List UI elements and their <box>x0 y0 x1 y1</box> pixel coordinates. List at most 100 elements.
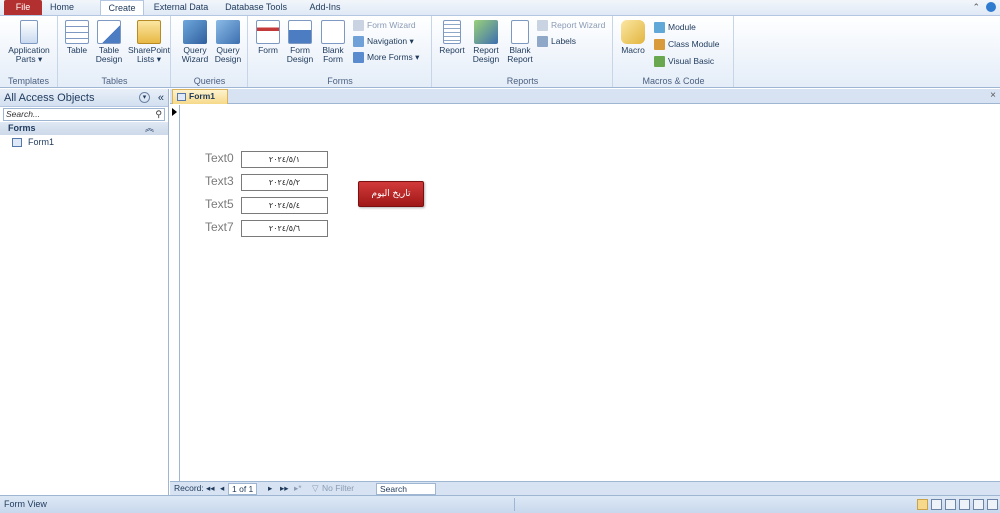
labels-icon <box>537 36 548 48</box>
record-search-input[interactable]: Search <box>376 483 436 495</box>
class-module-label: Class Module <box>668 39 720 49</box>
current-record-icon <box>172 108 177 116</box>
group-label-tables: Tables <box>101 76 128 86</box>
no-filter-label[interactable]: No Filter <box>322 482 354 495</box>
module-button[interactable]: Module <box>654 21 696 34</box>
module-label: Module <box>668 22 696 32</box>
ribbon-tab-bar: File Home Create External Data Database … <box>0 0 1000 15</box>
query-wizard-icon <box>183 20 207 44</box>
query-wizard-label: Query Wizard <box>181 45 209 64</box>
blank-form-icon <box>321 20 345 44</box>
form-button[interactable]: Form <box>255 20 281 55</box>
search-icon[interactable]: ⚲ <box>155 109 162 120</box>
tab-file[interactable]: File <box>4 0 42 15</box>
nav-pane-header[interactable]: All Access Objects ▾ « <box>0 89 168 107</box>
record-selector[interactable] <box>170 105 180 481</box>
query-wizard-button[interactable]: Query Wizard <box>180 20 210 64</box>
sharepoint-lists-button[interactable]: SharePoint Lists ▾ <box>127 20 171 64</box>
text0-field[interactable]: ٢٠٢٤/٥/١ <box>241 151 328 168</box>
layout-view-icon[interactable] <box>945 499 956 510</box>
blank-form-button[interactable]: Blank Form <box>319 20 347 64</box>
report-wizard-label: Report Wizard <box>551 20 606 30</box>
report-wizard-button[interactable]: Report Wizard <box>537 19 605 32</box>
form-view-icon[interactable] <box>917 499 928 510</box>
table-label: Table <box>66 45 88 55</box>
more-forms-button[interactable]: More Forms ▾ <box>353 51 419 64</box>
document-tab-bar: Form1 × <box>170 89 1000 104</box>
application-parts-label: Application Parts ▾ <box>8 45 50 64</box>
nav-item-form1[interactable]: Form1 <box>0 135 168 150</box>
tab-home[interactable]: Home <box>46 0 78 15</box>
group-forms: Form Form Design Blank Form Form Wizard … <box>249 16 432 87</box>
report-icon <box>443 20 461 44</box>
visual-basic-button[interactable]: Visual Basic <box>654 55 714 68</box>
next-record-button[interactable]: ▸ <box>268 482 272 495</box>
field-label-text7: Text7 <box>205 220 234 234</box>
nav-search-input[interactable]: Search... ⚲ <box>3 108 165 121</box>
record-navigation-bar: Record: ◂◂ ◂ 1 of 1 ▸ ▸▸ ▸* ▽ No Filter … <box>170 481 1000 495</box>
first-record-button[interactable]: ◂◂ <box>206 482 215 495</box>
tab-external-data[interactable]: External Data <box>148 0 214 15</box>
query-design-button[interactable]: Query Design <box>212 20 244 64</box>
form-design-icon <box>288 20 312 44</box>
chevron-down-icon[interactable]: ▾ <box>139 92 150 103</box>
query-design-label: Query Design <box>214 45 242 64</box>
status-view-label: Form View <box>4 499 47 509</box>
datasheet-view-icon[interactable] <box>931 499 942 510</box>
close-icon[interactable]: × <box>990 90 996 101</box>
help-icon[interactable] <box>986 2 996 12</box>
status-bar: Form View <box>0 495 1000 513</box>
group-templates: Application Parts ▾ Templates <box>0 16 58 87</box>
labels-button[interactable]: Labels <box>537 35 576 48</box>
pivot-chart-view-icon[interactable] <box>987 499 998 510</box>
class-module-icon <box>654 39 665 51</box>
group-macros-code: Macro Module Class Module Visual Basic M… <box>614 16 734 87</box>
text3-field[interactable]: ٢٠٢٤/٥/٢ <box>241 174 328 191</box>
group-label-reports: Reports <box>506 76 539 86</box>
application-parts-button[interactable]: Application Parts ▾ <box>2 20 56 64</box>
design-view-icon[interactable] <box>959 499 970 510</box>
current-record-input[interactable]: 1 of 1 <box>228 483 258 495</box>
text5-field[interactable]: ٢٠٢٤/٥/٤ <box>241 197 328 214</box>
text7-field[interactable]: ٢٠٢٤/٥/٦ <box>241 220 328 237</box>
navigation-button[interactable]: Navigation ▾ <box>353 35 414 48</box>
document-tab-form1[interactable]: Form1 <box>172 89 228 104</box>
report-button[interactable]: Report <box>437 20 467 55</box>
visual-basic-label: Visual Basic <box>668 56 715 66</box>
new-record-button[interactable]: ▸* <box>294 482 302 495</box>
filter-icon[interactable]: ▽ <box>312 482 319 495</box>
macro-label: Macro <box>621 45 645 55</box>
previous-record-button[interactable]: ◂ <box>220 482 224 495</box>
macro-button[interactable]: Macro <box>620 20 646 55</box>
nav-group-forms[interactable]: Forms ︽ <box>0 122 168 135</box>
last-record-button[interactable]: ▸▸ <box>280 482 289 495</box>
blank-form-label: Blank Form <box>322 45 344 64</box>
field-label-text3: Text3 <box>205 174 234 188</box>
form-icon <box>256 20 280 44</box>
nav-item-label: Form1 <box>28 137 55 147</box>
report-design-button[interactable]: Report Design <box>469 20 503 64</box>
blank-report-label: Blank Report <box>507 45 533 64</box>
form-wizard-button[interactable]: Form Wizard <box>353 19 416 32</box>
tab-add-ins[interactable]: Add-Ins <box>306 0 344 15</box>
collapse-pane-icon[interactable]: « <box>158 89 164 107</box>
table-design-button[interactable]: Table Design <box>93 20 125 64</box>
more-forms-label: More Forms ▾ <box>367 52 420 62</box>
form-wizard-icon <box>353 20 364 32</box>
table-design-icon <box>97 20 121 44</box>
form-design-button[interactable]: Form Design <box>285 20 315 64</box>
group-reports: Report Report Design Blank Report Report… <box>433 16 613 87</box>
status-divider <box>514 498 515 511</box>
pivot-table-view-icon[interactable] <box>973 499 984 510</box>
minimize-ribbon-icon[interactable]: ⌃ <box>972 2 980 13</box>
today-date-button[interactable]: تاريخ اليوم <box>358 181 424 207</box>
table-design-label: Table Design <box>95 45 123 64</box>
table-button[interactable]: Table <box>63 20 91 55</box>
class-module-button[interactable]: Class Module <box>654 38 720 51</box>
chevron-up-icon[interactable]: ︽ <box>145 122 154 135</box>
blank-report-button[interactable]: Blank Report <box>503 20 537 64</box>
tab-create[interactable]: Create <box>100 0 144 15</box>
navigation-icon <box>353 36 364 48</box>
labels-label: Labels <box>551 36 577 46</box>
tab-database-tools[interactable]: Database Tools <box>222 0 290 15</box>
